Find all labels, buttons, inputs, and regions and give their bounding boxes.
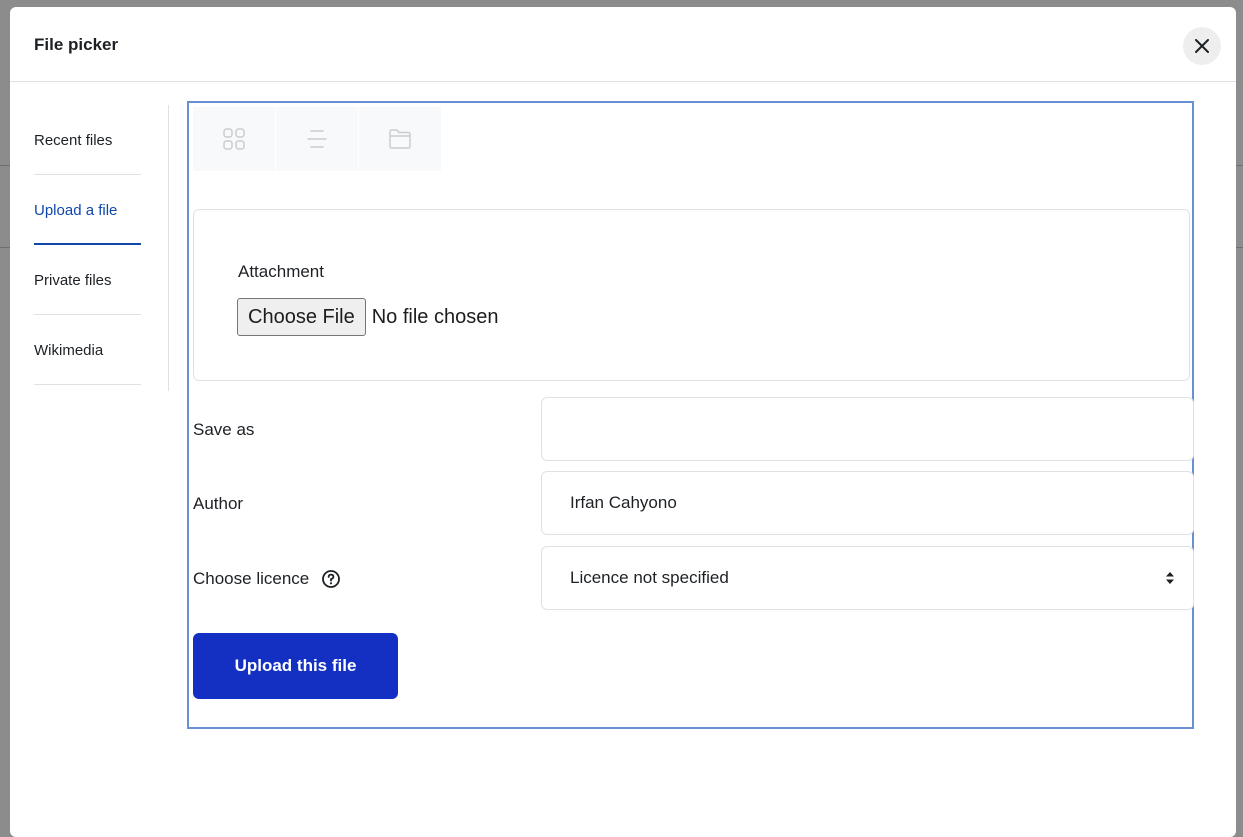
attachment-label: Attachment xyxy=(238,262,324,281)
upload-this-file-button[interactable]: Upload this file xyxy=(193,633,398,699)
save-as-input[interactable] xyxy=(541,397,1194,461)
author-input[interactable]: Irfan Cahyono xyxy=(541,471,1194,535)
licence-selected-value: Licence not specified xyxy=(570,568,729,587)
folder-view-icon xyxy=(389,129,411,149)
file-status: No file chosen xyxy=(371,305,499,328)
sidebar-item-recent-files[interactable]: Recent files xyxy=(34,105,141,175)
folder-view-button[interactable] xyxy=(359,107,442,171)
file-input: Choose File No file chosen xyxy=(237,298,498,336)
sidebar-item-label: Recent files xyxy=(34,132,113,149)
licence-row: Choose licence Licence not specified xyxy=(193,546,1194,612)
sidebar-item-label: Upload a file xyxy=(34,201,118,219)
close-button[interactable] xyxy=(1183,27,1221,65)
background-line xyxy=(1236,247,1243,248)
attachment-box: Attachment Choose File No file chosen xyxy=(193,209,1190,381)
author-row: Author Irfan Cahyono xyxy=(193,471,1194,537)
sidebar-item-wikimedia[interactable]: Wikimedia xyxy=(34,315,141,385)
grid-view-button[interactable] xyxy=(193,107,276,171)
upload-panel: Attachment Choose File No file chosen Sa… xyxy=(187,101,1194,729)
repository-sidebar: Recent files Upload a file Private files… xyxy=(34,105,141,385)
sidebar-item-label: Wikimedia xyxy=(34,342,104,359)
close-icon xyxy=(1195,39,1209,53)
dialog-header: File picker xyxy=(10,7,1236,82)
sidebar-item-upload-a-file[interactable]: Upload a file xyxy=(34,175,141,245)
licence-select[interactable]: Licence not specified xyxy=(541,546,1194,610)
sidebar-divider xyxy=(168,105,169,391)
dialog-title: File picker xyxy=(34,35,119,54)
question-circle-icon[interactable] xyxy=(321,569,341,589)
list-view-button[interactable] xyxy=(276,107,359,171)
licence-label-wrap: Choose licence xyxy=(193,546,341,612)
list-view-icon xyxy=(307,130,327,148)
background-line xyxy=(0,247,10,248)
background-line xyxy=(1236,165,1243,166)
select-arrows-icon xyxy=(1166,572,1174,584)
file-picker-dialog: File picker Recent files Upload a file P… xyxy=(10,7,1236,837)
view-toolbar xyxy=(193,107,442,171)
grid-view-icon xyxy=(223,128,245,150)
save-as-label: Save as xyxy=(193,420,255,439)
licence-label: Choose licence xyxy=(193,569,310,588)
author-label: Author xyxy=(193,494,244,513)
choose-file-button[interactable]: Choose File xyxy=(237,298,366,336)
sidebar-item-label: Private files xyxy=(34,272,112,289)
save-as-row: Save as xyxy=(193,397,1194,463)
sidebar-item-private-files[interactable]: Private files xyxy=(34,245,141,315)
background-line xyxy=(0,165,10,166)
